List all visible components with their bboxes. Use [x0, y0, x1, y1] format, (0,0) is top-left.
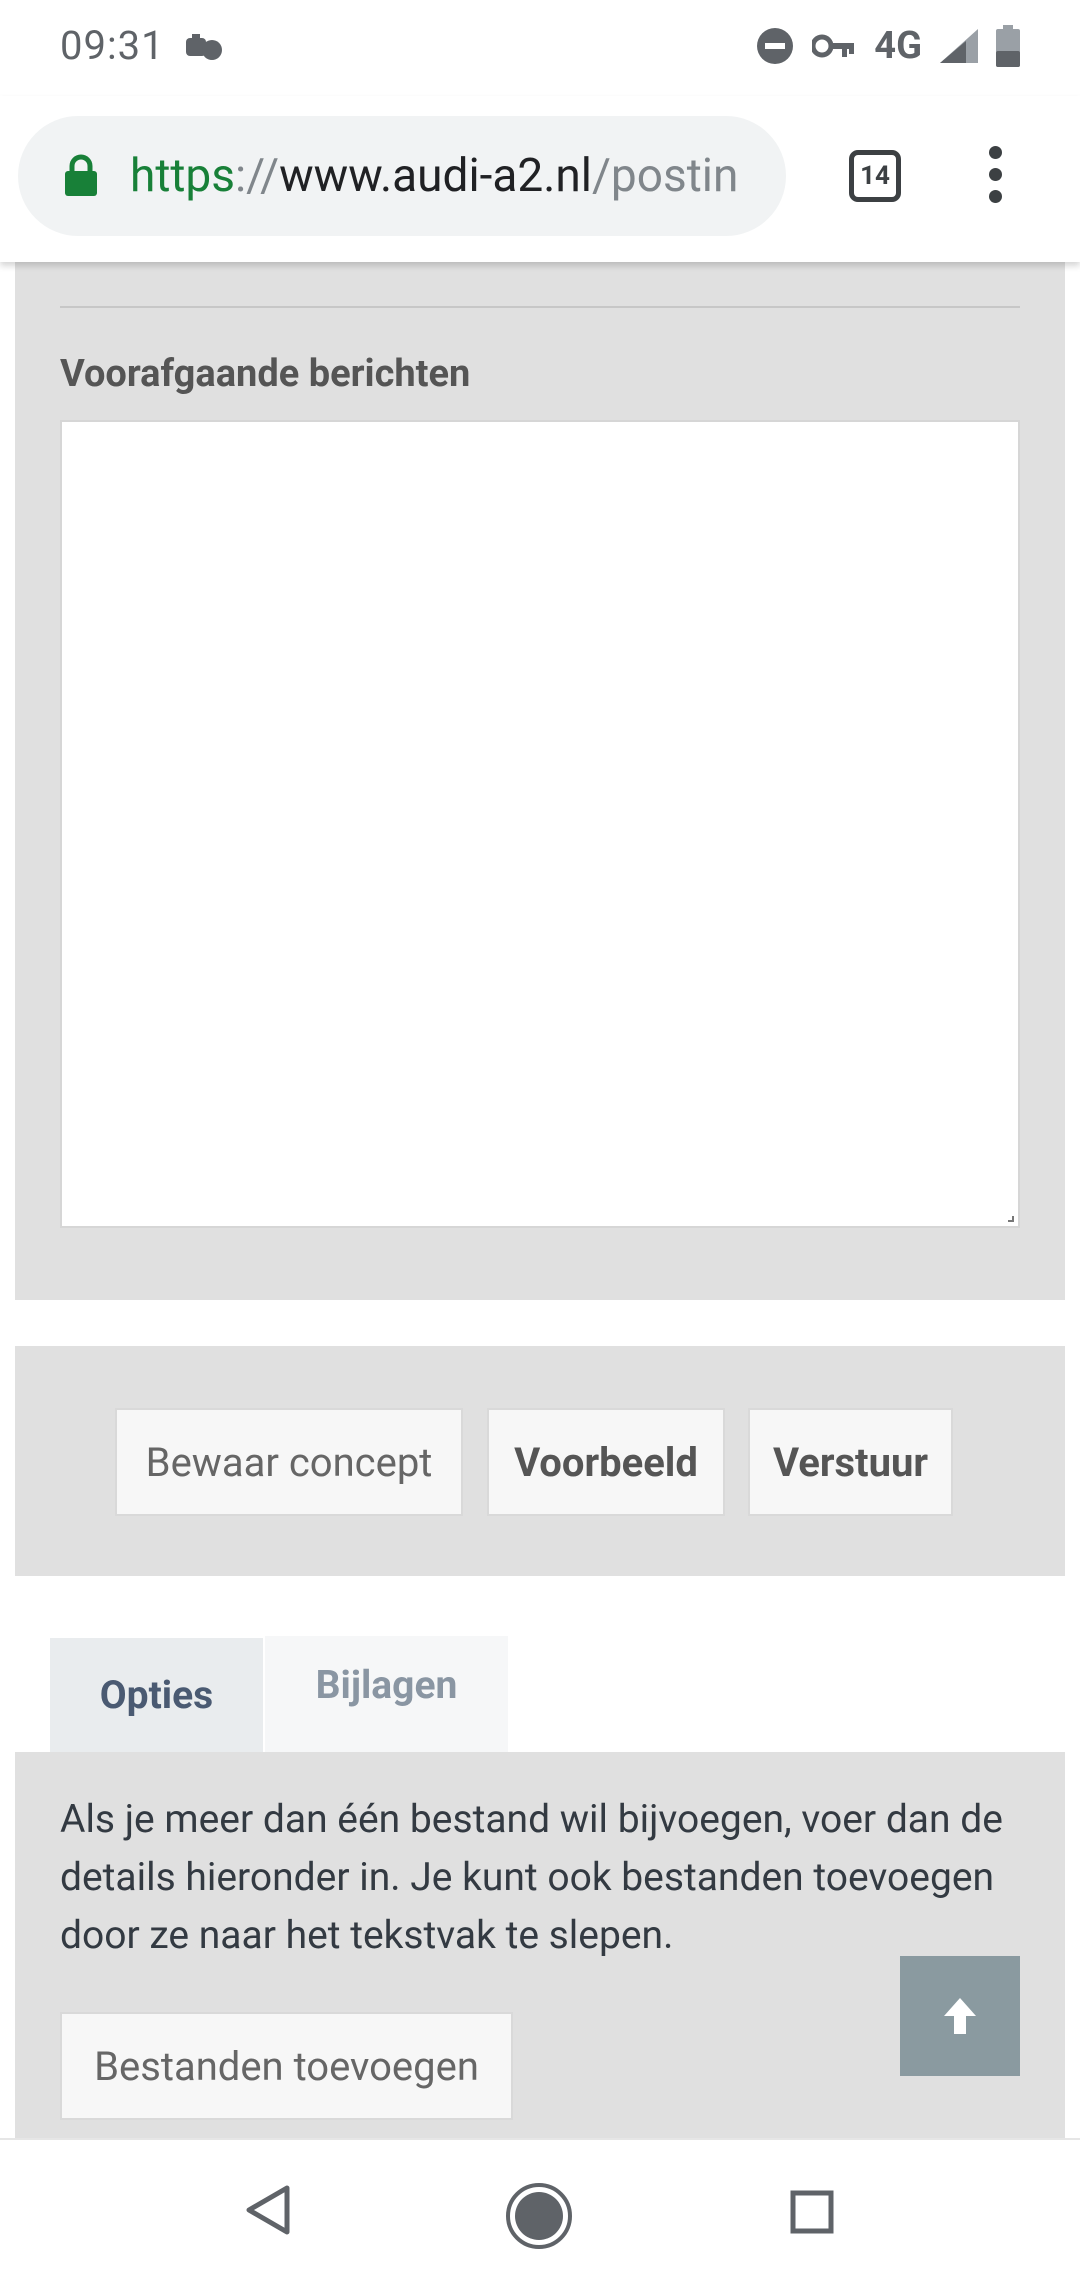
scroll-to-top-button[interactable]	[900, 1956, 1020, 2076]
url-separator: ://	[235, 149, 280, 203]
browser-toolbar: https://www.audi-a2.nl/postin 14	[0, 96, 1080, 262]
more-menu-icon[interactable]	[980, 146, 1010, 206]
submit-button[interactable]: Verstuur	[748, 1408, 953, 1516]
lock-icon	[65, 154, 97, 196]
status-bar: 09:31 4G	[0, 0, 1080, 96]
signal-icon	[940, 29, 978, 63]
dnd-icon	[757, 28, 794, 64]
url-text[interactable]: https://www.audi-a2.nl/postin	[130, 146, 770, 206]
vpn-key-icon	[812, 34, 855, 58]
screen: 09:31 4G https://www.audi-a2.nl/postin 1…	[0, 0, 1080, 2280]
resize-handle[interactable]	[1008, 1216, 1014, 1222]
back-icon[interactable]	[245, 2184, 291, 2236]
save-draft-button[interactable]: Bewaar concept	[115, 1408, 463, 1516]
preview-button[interactable]: Voorbeeld	[487, 1408, 725, 1516]
url-host: www.audi-a2.nl	[279, 149, 592, 203]
divider	[60, 306, 1020, 308]
network-type: 4G	[874, 24, 922, 68]
tab-attachments[interactable]: Bijlagen	[265, 1636, 508, 1752]
battery-icon	[996, 25, 1020, 67]
address-bar[interactable]: https://www.audi-a2.nl/postin	[18, 116, 786, 236]
url-scheme: https	[130, 149, 236, 203]
attachments-info-text: Als je meer dan één bestand wil bijvoege…	[60, 1796, 1003, 1958]
system-nav-bar	[0, 2138, 1080, 2280]
tab-count: 14	[860, 161, 890, 191]
tab-switcher-button[interactable]: 14	[849, 150, 901, 202]
recents-icon[interactable]	[790, 2190, 834, 2234]
home-icon[interactable]	[505, 2182, 573, 2250]
previous-messages-label: Voorafgaande berichten	[60, 352, 471, 396]
add-files-button[interactable]: Bestanden toevoegen	[60, 2012, 513, 2120]
arrow-up-icon	[944, 1998, 976, 2034]
status-icons: 4G	[756, 24, 1020, 68]
status-time: 09:31	[60, 22, 165, 69]
tab-options[interactable]: Opties	[50, 1638, 263, 1752]
url-path: /postin	[591, 149, 739, 203]
notification-icon	[186, 34, 224, 66]
previous-messages-textarea[interactable]	[60, 420, 1020, 1228]
